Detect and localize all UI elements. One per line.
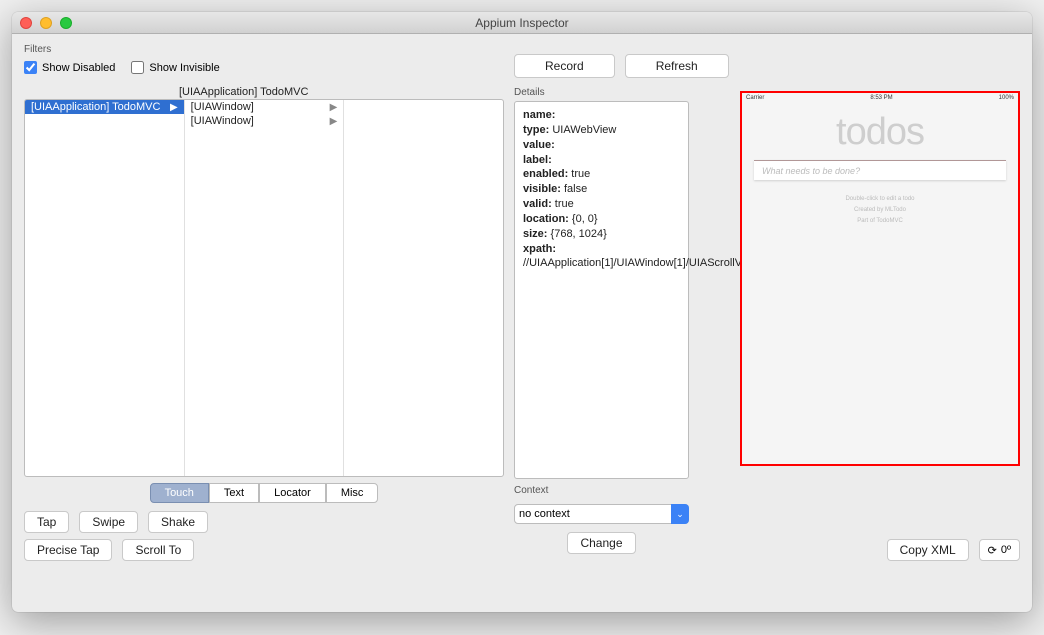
tree-item-label: [UIAWindow] [191,101,254,113]
element-columns: [UIAApplication] TodoMVC ▶ [UIAWindow] ▶… [24,99,504,477]
show-invisible-checkbox[interactable] [131,61,144,74]
column-0: [UIAApplication] TodoMVC ▶ [25,100,185,476]
window-title: Appium Inspector [12,16,1032,30]
seg-touch[interactable]: Touch [150,483,209,503]
middle-pane: Record Refresh Details name: type: UIAWe… [514,44,689,561]
status-right: 100% [999,95,1014,101]
titlebar: Appium Inspector [12,12,1032,34]
preview-footer3: Part of TodoMVC [742,216,1018,227]
segmented-control: Touch Text Locator Misc [150,483,379,503]
rotate-icon: ⟳ [988,544,997,557]
tree-item[interactable]: [UIAWindow] ▶ [185,114,344,128]
breadcrumb: [UIAApplication] TodoMVC [24,86,504,98]
column-1: [UIAWindow] ▶ [UIAWindow] ▶ [185,100,345,476]
preview-input: What needs to be done? [754,160,1006,180]
show-disabled-label: Show Disabled [42,62,115,74]
action-buttons-row1: Tap Swipe Shake [24,511,504,533]
show-invisible-wrap[interactable]: Show Invisible [131,61,219,74]
right-pane: Carrier 8:53 PM 100% todos What needs to… [699,44,1020,561]
bottom-right-bar: Copy XML ⟳ 0º [887,539,1020,561]
show-disabled-checkbox[interactable] [24,61,37,74]
details-label: Details [514,87,689,98]
context-select[interactable]: no context [514,504,689,524]
left-pane: Filters Show Disabled Show Invisible [UI… [24,44,504,561]
rotate-button[interactable]: ⟳ 0º [979,539,1020,561]
context-label: Context [514,485,689,496]
precise-tap-button[interactable]: Precise Tap [24,539,112,561]
detail-visible: false [564,183,587,195]
filters-label: Filters [24,44,504,55]
filters-row: Show Disabled Show Invisible [24,57,504,80]
seg-text[interactable]: Text [209,483,259,503]
shake-button[interactable]: Shake [148,511,208,533]
tree-item[interactable]: [UIAWindow] ▶ [185,100,344,114]
detail-location: {0, 0} [572,213,598,225]
window-body: Filters Show Disabled Show Invisible [UI… [12,34,1032,612]
preview-title: todos [742,111,1018,154]
tap-button[interactable]: Tap [24,511,69,533]
swipe-button[interactable]: Swipe [79,511,138,533]
column-2 [344,100,503,476]
status-center: 8:53 PM [870,95,892,101]
context-select-wrap[interactable]: no context ⌄ [514,504,689,524]
context-row: no context ⌄ [514,504,689,524]
detail-enabled: true [571,168,590,180]
detail-size: {768, 1024} [551,228,607,240]
preview-footer: Double-click to edit a todo Created by M… [742,194,1018,226]
tree-item[interactable]: [UIAApplication] TodoMVC ▶ [25,100,184,114]
preview-placeholder: What needs to be done? [762,166,860,176]
chevron-right-icon: ▶ [330,116,338,127]
scroll-to-button[interactable]: Scroll To [122,539,194,561]
device-preview: Carrier 8:53 PM 100% todos What needs to… [740,91,1020,466]
app-window: Appium Inspector Filters Show Disabled S… [12,12,1032,612]
preview-footer2: Created by MLTodo [742,205,1018,216]
rotate-label: 0º [1001,544,1011,556]
preview-footer1: Double-click to edit a todo [742,194,1018,205]
device-statusbar: Carrier 8:53 PM 100% [746,95,1014,101]
record-button[interactable]: Record [514,54,615,78]
action-buttons-row2: Precise Tap Scroll To [24,539,504,561]
tree-item-label: [UIAWindow] [191,115,254,127]
details-box: name: type: UIAWebView value: label: ena… [514,101,689,479]
copy-xml-button[interactable]: Copy XML [887,539,969,561]
chevron-right-icon: ▶ [170,102,178,113]
detail-type: UIAWebView [552,124,616,136]
detail-valid: true [555,198,574,210]
change-button[interactable]: Change [567,532,635,554]
chevron-right-icon: ▶ [330,102,338,113]
top-buttons: Record Refresh [514,54,689,78]
show-invisible-label: Show Invisible [149,62,219,74]
seg-locator[interactable]: Locator [259,483,326,503]
status-left: Carrier [746,95,764,101]
tree-item-label: [UIAApplication] TodoMVC [31,101,160,113]
seg-misc[interactable]: Misc [326,483,379,503]
show-disabled-wrap[interactable]: Show Disabled [24,61,115,74]
